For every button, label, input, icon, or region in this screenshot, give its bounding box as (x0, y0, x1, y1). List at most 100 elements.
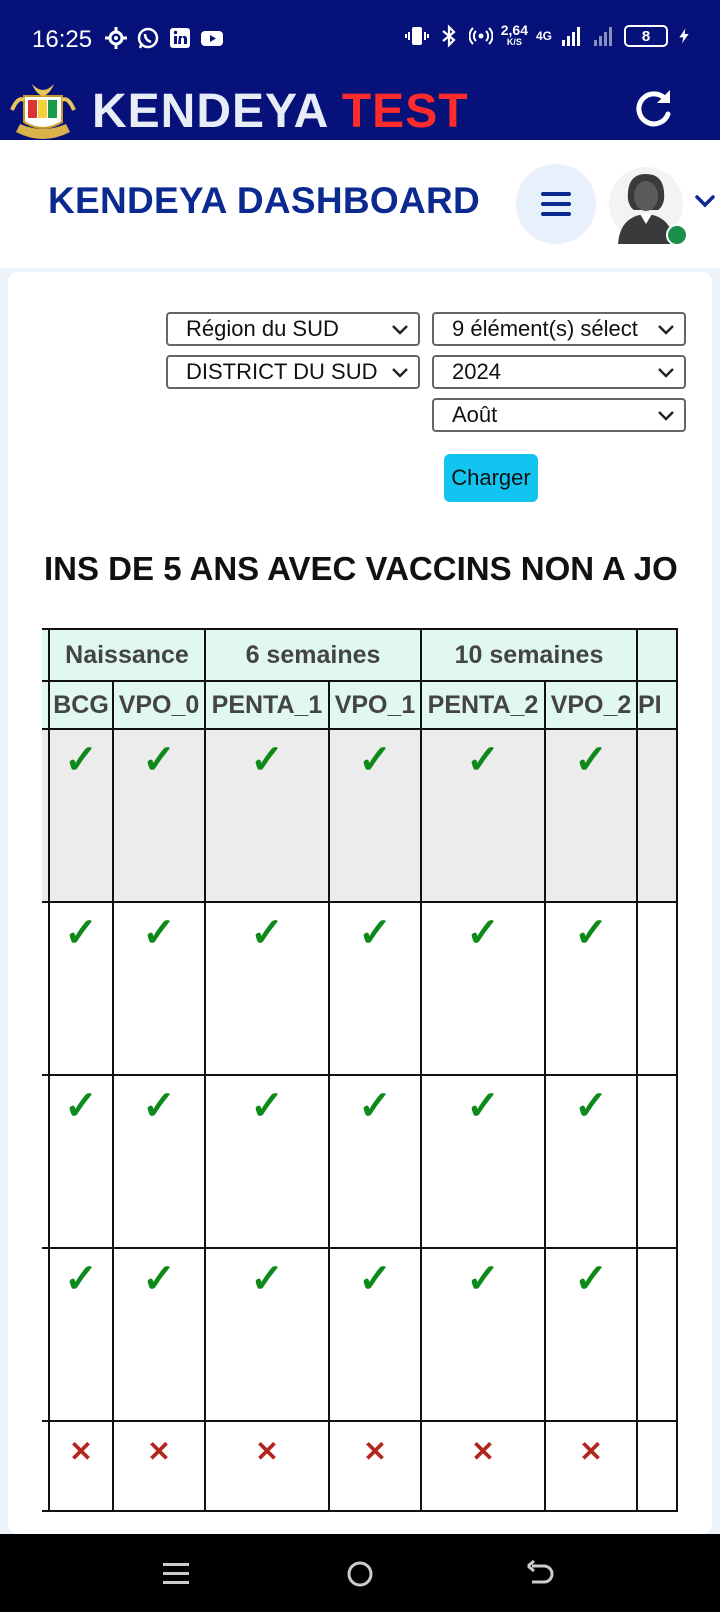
table-cell (636, 901, 678, 1076)
check-icon: ✓ (250, 738, 284, 782)
check-icon: ✓ (466, 738, 500, 782)
hamburger-icon (541, 192, 571, 216)
month-select-value: Août (452, 402, 498, 427)
elements-select[interactable]: 9 élément(s) sélect (432, 312, 686, 346)
table-cell: ✓ (48, 1074, 114, 1249)
table-cell: ✓ (420, 1247, 546, 1422)
online-status-dot (666, 224, 688, 246)
district-select-value: DISTRICT DU SUD (186, 359, 378, 384)
table-cell (42, 1420, 50, 1512)
table-cell: ✕ (112, 1420, 206, 1512)
chevron-down-icon (656, 363, 676, 383)
cross-icon: ✕ (255, 1436, 279, 1467)
table-cell: ✓ (48, 728, 114, 903)
table-row: ✓ ✓ ✓ ✓ ✓ ✓ (42, 1074, 678, 1249)
main-card: Région du SUD 9 élément(s) sélect DISTRI… (8, 272, 712, 1534)
brand-env: TEST (341, 85, 469, 138)
elements-select-value: 9 élément(s) sélect (452, 316, 638, 341)
column-header: VPO_2 (544, 680, 638, 730)
table-cell (636, 1247, 678, 1422)
settings-icon (105, 27, 127, 49)
check-icon: ✓ (466, 911, 500, 955)
table-cell: ✓ (544, 901, 638, 1076)
check-icon: ✓ (64, 911, 98, 955)
column-header: PI (636, 680, 678, 730)
table-cell (636, 728, 678, 903)
check-icon: ✓ (358, 911, 392, 955)
chevron-down-icon (656, 320, 676, 340)
table-cell: ✕ (420, 1420, 546, 1512)
table-cell: ✓ (544, 1074, 638, 1249)
year-select[interactable]: 2024 (432, 355, 686, 389)
menu-button[interactable] (516, 164, 596, 244)
table-cell: ✓ (328, 728, 422, 903)
table-cell: ✓ (112, 901, 206, 1076)
back-icon[interactable] (524, 1558, 556, 1590)
table-cell: ✓ (328, 1074, 422, 1249)
column-header: PENTA_1 (204, 680, 330, 730)
chevron-down-icon (656, 406, 676, 426)
vaccine-table-scroll[interactable]: Naissance 6 semaines 10 semaines BCG VPO… (42, 628, 686, 1534)
check-icon: ✓ (358, 738, 392, 782)
table-cell (42, 1074, 50, 1249)
column-header: PENTA_2 (420, 680, 546, 730)
check-icon: ✓ (574, 911, 608, 955)
refresh-icon[interactable] (630, 86, 676, 132)
chevron-down-icon[interactable] (694, 190, 716, 212)
check-icon: ✓ (466, 1257, 500, 1301)
check-icon: ✓ (574, 1257, 608, 1301)
status-bar: 16:25 2,64 K/S 4G 8 (0, 0, 720, 80)
group-header: 6 semaines (204, 628, 422, 682)
check-icon: ✓ (142, 738, 176, 782)
column-header: BCG (48, 680, 114, 730)
table-cell: ✓ (112, 1247, 206, 1422)
table-cell: ✕ (48, 1420, 114, 1512)
home-icon[interactable] (344, 1558, 376, 1590)
table-group-header: Naissance 6 semaines 10 semaines (42, 628, 678, 682)
load-button[interactable]: Charger (444, 454, 538, 502)
signal-icon (562, 27, 580, 46)
region-select[interactable]: Région du SUD (166, 312, 420, 346)
table-cell: ✓ (112, 1074, 206, 1249)
table-cell (636, 1420, 678, 1512)
whatsapp-icon (137, 27, 159, 49)
table-cell: ✓ (420, 728, 546, 903)
status-time: 16:25 (32, 26, 93, 53)
district-select[interactable]: DISTRICT DU SUD (166, 355, 420, 389)
table-cell (42, 1247, 50, 1422)
region-select-value: Région du SUD (186, 316, 339, 341)
system-nav-bar (0, 1534, 720, 1612)
check-icon: ✓ (64, 1257, 98, 1301)
vibrate-icon (404, 27, 429, 45)
table-cell: ✓ (544, 1247, 638, 1422)
table-cell: ✕ (328, 1420, 422, 1512)
table-row: ✕ ✕ ✕ ✕ ✕ ✕ (42, 1420, 678, 1512)
section-title: INS DE 5 ANS AVEC VACCINS NON A JO (44, 550, 678, 587)
check-icon: ✓ (574, 738, 608, 782)
group-header (636, 628, 678, 682)
group-header (42, 628, 50, 682)
check-icon: ✓ (142, 1257, 176, 1301)
check-icon: ✓ (358, 1084, 392, 1128)
table-cell: ✓ (544, 728, 638, 903)
chevron-down-icon (390, 320, 410, 340)
table-cell: ✓ (48, 1247, 114, 1422)
check-icon: ✓ (64, 1084, 98, 1128)
cross-icon: ✕ (147, 1436, 171, 1467)
table-cell: ✓ (112, 728, 206, 903)
check-icon: ✓ (466, 1084, 500, 1128)
guinea-emblem-logo (10, 84, 76, 139)
group-header: 10 semaines (420, 628, 638, 682)
column-header: VPO_1 (328, 680, 422, 730)
app-header: KENDEYA TEST (0, 80, 720, 140)
recents-icon[interactable] (160, 1558, 192, 1590)
youtube-icon (201, 31, 223, 46)
table-cell (42, 728, 50, 903)
linkedin-icon (170, 28, 190, 48)
month-select[interactable]: Août (432, 398, 686, 432)
check-icon: ✓ (358, 1257, 392, 1301)
hotspot-icon (468, 27, 493, 45)
check-icon: ✓ (250, 1084, 284, 1128)
charging-icon (679, 28, 689, 44)
page-title: KENDEYA DASHBOARD (48, 180, 481, 221)
